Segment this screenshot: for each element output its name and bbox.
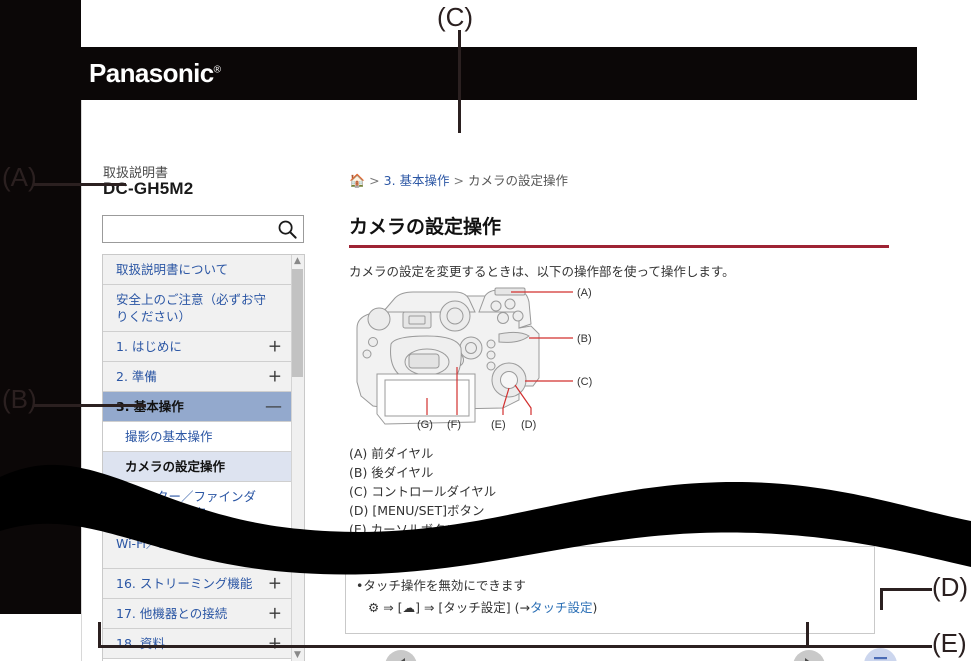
camera-diagram: (A) (B) (C) (D) (E) (F) (G): [356, 287, 592, 431]
sidebar-scrollbar[interactable]: ▲ ▼: [291, 255, 304, 661]
tip-box: •タッチ操作を無効にできます ⚙ ⇒ [☁] ⇒ [タッチ設定] (→タッチ設定…: [345, 546, 875, 634]
breadcrumb-separator: >: [453, 173, 465, 188]
legend-item: (E) カーソルボタン: [349, 522, 459, 537]
annotation-line-a: [34, 183, 126, 186]
figure-callout-g: (G): [417, 419, 433, 431]
page-title: カメラの設定操作: [349, 216, 502, 238]
expand-icon[interactable]: +: [268, 635, 282, 652]
figure-callout-f: (F): [447, 419, 461, 431]
expand-icon[interactable]: +: [268, 575, 282, 592]
brand-name: Panasonic: [89, 58, 214, 88]
tip-bullet-text: タッチ操作を無効にできます: [363, 578, 526, 593]
tip-menu-item: [タッチ設定]: [438, 600, 511, 615]
sidebar-item-label: モニター／ファインダーの表示設定: [131, 489, 257, 521]
expand-icon[interactable]: +: [268, 338, 282, 355]
main-content: 🏠 > 3. 基本操作 > カメラの設定操作 カメラの設定操作 カメラの設定を変…: [325, 100, 917, 661]
tip-path-line: ⚙ ⇒ [☁] ⇒ [タッチ設定] (→タッチ設定): [368, 597, 597, 616]
annotation-line-d1: [880, 588, 932, 591]
figure-legend: (A) 前ダイヤル (B) 後ダイヤル (C) コントロールダイヤル (D) […: [349, 444, 496, 539]
expand-icon[interactable]: +: [268, 368, 282, 385]
sidebar-item-wifi-bluetooth[interactable]: Wi-Fi／Bluetooth +: [103, 529, 292, 569]
home-icon[interactable]: 🏠: [349, 174, 365, 189]
sidebar-item-label: 18. 資料: [116, 636, 165, 651]
title-underline: [349, 245, 889, 248]
monitor-icon: ☁: [402, 600, 416, 615]
search-icon[interactable]: [276, 218, 299, 241]
sidebar-item-label: Wi-Fi／Bluetooth: [116, 536, 220, 551]
browser-page: Panasonic® 取扱説明書 DC-GH5M2 取扱説明書について 安全上の…: [0, 47, 917, 661]
annotation-line-e3: [806, 622, 809, 646]
sidebar-item-safety[interactable]: 安全上のご注意（必ずお守りください）: [103, 285, 292, 332]
doc-model-label: DC-GH5M2: [103, 179, 194, 198]
sidebar-item-chapter-18[interactable]: 18. 資料 +: [103, 629, 292, 659]
annotation-label-a: (A): [2, 162, 37, 192]
sidebar-item-label: カメラの設定操作: [125, 459, 226, 474]
breadcrumb: 🏠 > 3. 基本操作 > カメラの設定操作: [349, 170, 568, 189]
breadcrumb-separator: >: [369, 173, 380, 188]
annotation-line-e2: [98, 622, 101, 646]
sidebar-item-chapter-2[interactable]: 2. 準備 +: [103, 362, 292, 392]
collapse-icon[interactable]: —: [265, 398, 282, 415]
sidebar-item-about[interactable]: 取扱説明書について: [103, 255, 292, 285]
annotation-label-e: (E): [932, 628, 967, 658]
legend-item: (D) [MENU/SET]ボタン: [349, 503, 485, 518]
link-open: (→: [514, 600, 531, 615]
bracket-close: ]: [415, 600, 420, 615]
annotation-label-c: (C): [437, 2, 474, 32]
figure-callout-b: (B): [577, 333, 592, 345]
top-arrow-icon: [874, 657, 887, 660]
annotation-line-b: [34, 404, 146, 407]
link-close: ): [592, 600, 598, 615]
annotation-label-d: (D): [932, 572, 969, 602]
legend-item: (A) 前ダイヤル: [349, 446, 434, 461]
sidebar-scroll-thumb[interactable]: [292, 269, 303, 377]
sidebar-item-label: 撮影の基本操作: [125, 429, 213, 444]
expand-icon[interactable]: +: [268, 540, 282, 557]
breadcrumb-section-link[interactable]: 3. 基本操作: [384, 173, 450, 188]
scroll-down-icon[interactable]: ▼: [293, 651, 302, 660]
arrow-icon: ⇒: [383, 600, 394, 615]
legend-item: (C) コントロールダイヤル: [349, 484, 497, 499]
search-input[interactable]: [108, 219, 277, 241]
arrow-icon: ⇒: [423, 600, 435, 615]
tip-link[interactable]: タッチ設定: [530, 600, 593, 615]
sidebar-item-label: 安全上のご注意（必ずお守りください）: [116, 292, 267, 324]
sidebar-item-label: 1. はじめに: [116, 339, 182, 354]
sidebar-item-label: 16. ストリーミング機能: [116, 576, 253, 591]
sidebar-item-chapter-17[interactable]: 17. 他機器との接続 +: [103, 599, 292, 629]
panasonic-logo: Panasonic®: [89, 58, 221, 89]
registered-mark: ®: [213, 64, 221, 76]
back-to-top-button[interactable]: [864, 648, 897, 661]
sidebar-item-basic-shooting[interactable]: 撮影の基本操作: [103, 422, 292, 452]
sidebar-item-chapter-1[interactable]: 1. はじめに +: [103, 332, 292, 362]
intro-text: カメラの設定を変更するときは、以下の操作部を使って操作します。: [349, 264, 735, 279]
annotation-line-c: [458, 30, 461, 133]
search-box[interactable]: [102, 215, 304, 243]
tip-bullet-line: •タッチ操作を無効にできます: [356, 578, 526, 593]
sidebar-item-chapter-3[interactable]: 3. 基本操作 —: [103, 392, 292, 422]
figure-callout-a: (A): [577, 287, 592, 299]
sidebar-item-label: 17. 他機器との接続: [116, 606, 228, 621]
sidebar-item-label: 取扱説明書について: [116, 262, 229, 277]
figure-callout-e: (E): [491, 419, 506, 431]
sidebar-item-label: 2. 準備: [116, 369, 157, 384]
annotation-line-d2: [880, 588, 883, 610]
figure-callout-d: (D): [521, 419, 536, 431]
figure-callout-c: (C): [577, 376, 592, 388]
legend-item: (B) 後ダイヤル: [349, 465, 434, 480]
sidebar-nav-list: 取扱説明書について 安全上のご注意（必ずお守りください） 1. はじめに + 2…: [103, 255, 292, 659]
annotation-label-b: (B): [2, 384, 37, 414]
sidebar-item-chapter-16[interactable]: 16. ストリーミング機能 +: [103, 569, 292, 599]
left-black-gutter: [0, 0, 81, 614]
breadcrumb-current: カメラの設定操作: [468, 173, 569, 188]
sidebar-item-camera-settings[interactable]: カメラの設定操作: [103, 452, 292, 482]
sidebar-nav: 取扱説明書について 安全上のご注意（必ずお守りください） 1. はじめに + 2…: [102, 254, 305, 661]
scroll-up-icon[interactable]: ▲: [293, 257, 302, 266]
gear-icon: ⚙: [368, 600, 380, 615]
sidebar-item-monitor-viewfinder[interactable]: モニター／ファインダーの表示設定: [103, 482, 292, 529]
content-frame: 取扱説明書 DC-GH5M2 取扱説明書について 安全上のご注意（必ずお守りくだ…: [81, 100, 917, 661]
expand-icon[interactable]: +: [268, 605, 282, 622]
